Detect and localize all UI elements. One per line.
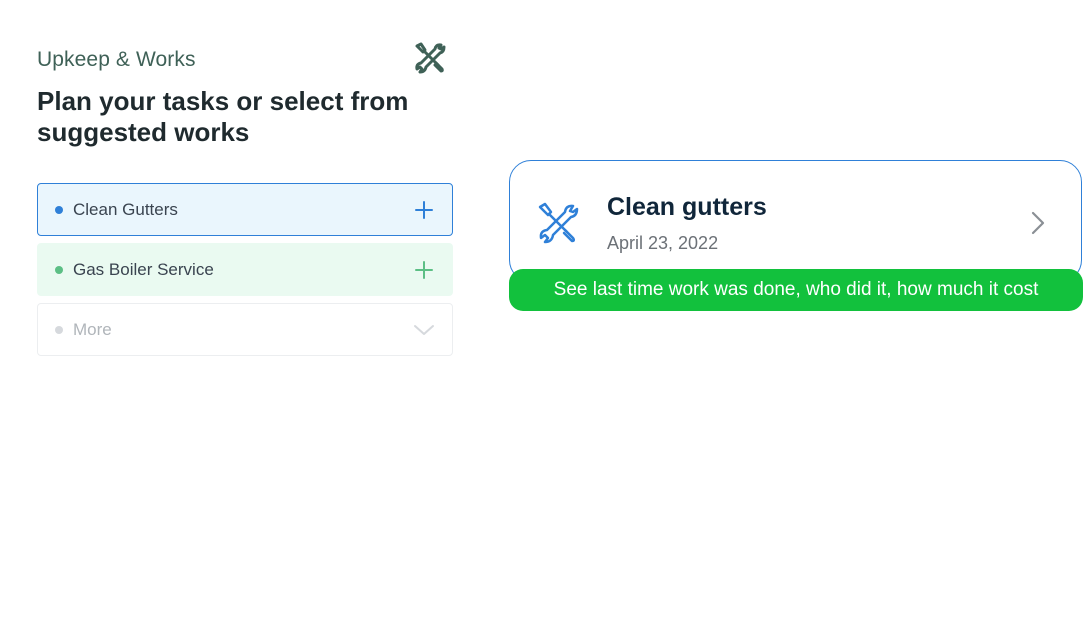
work-card[interactable]: Clean gutters April 23, 2022 [509,160,1082,282]
task-label: More [73,319,112,339]
task-list: Clean Gutters Gas Boiler Service More [37,183,453,363]
task-item-gas-boiler-service[interactable]: Gas Boiler Service [37,243,453,296]
task-label: Gas Boiler Service [73,259,214,279]
chevron-right-icon[interactable] [1028,209,1048,237]
plus-icon[interactable] [412,258,436,282]
tools-icon [415,42,446,74]
chevron-down-icon[interactable] [412,318,436,342]
status-dot [55,325,63,334]
card-title: Clean gutters [607,193,767,221]
task-label: Clean Gutters [73,199,178,219]
plus-icon[interactable] [412,198,436,222]
section-label: Upkeep & Works [37,48,196,71]
card-date: April 23, 2022 [607,233,719,253]
status-dot [55,205,63,214]
task-item-more[interactable]: More [37,303,453,356]
info-tooltip: See last time work was done, who did it,… [509,269,1083,311]
task-item-clean-gutters[interactable]: Clean Gutters [37,183,453,236]
tools-icon [538,202,579,244]
status-dot [55,265,63,274]
page-title: Plan your tasks or select from suggested… [37,86,409,147]
page: Upkeep & Works Plan your tasks or select… [0,0,1083,640]
